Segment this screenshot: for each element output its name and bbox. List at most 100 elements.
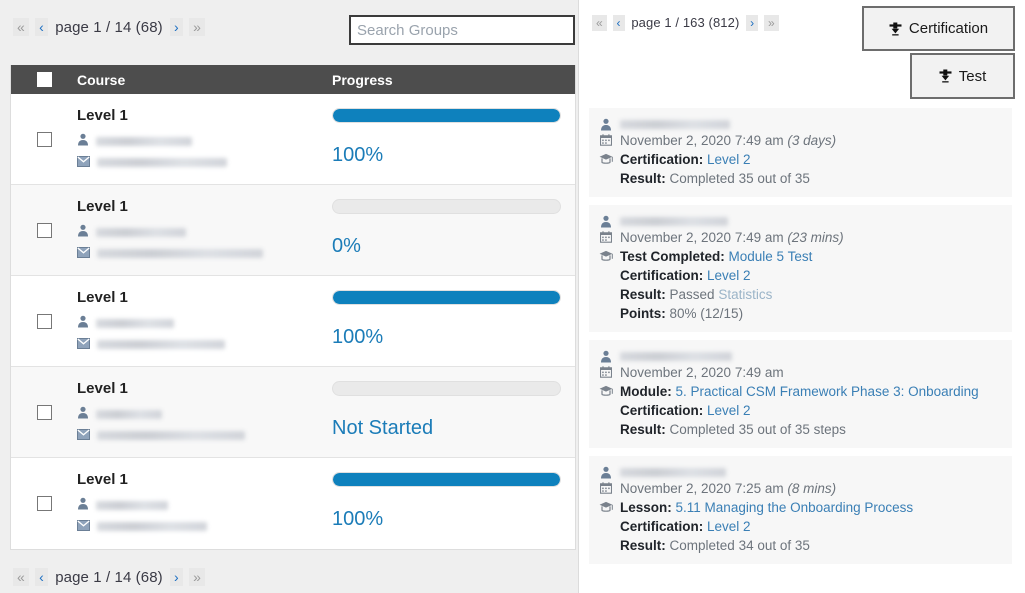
- export-certification-button[interactable]: Certification: [862, 6, 1015, 51]
- progress-label[interactable]: 100%: [332, 326, 561, 349]
- column-header-progress[interactable]: Progress: [332, 72, 575, 88]
- table-row[interactable]: Level 1 0%: [11, 185, 575, 276]
- progress-bar-fill: [333, 473, 560, 486]
- mail-icon: [77, 336, 90, 354]
- activity-user-redacted: [620, 120, 730, 129]
- progress-label[interactable]: 100%: [332, 508, 561, 531]
- pagination-bottom: « ‹ page 1 / 14 (68) › »: [0, 558, 206, 586]
- table-row[interactable]: Level 1 100%: [11, 276, 575, 367]
- mail-icon: [77, 154, 90, 172]
- user-name-line: [77, 313, 332, 334]
- progress-label[interactable]: 0%: [332, 235, 561, 258]
- activity-detail: Module: 5. Practical CSM Framework Phase…: [620, 382, 979, 401]
- user-name-line: [77, 404, 332, 425]
- user-email-line: [77, 425, 332, 446]
- user-email-line: [77, 334, 332, 355]
- activity-detail: Result: Passed Statistics: [620, 285, 772, 304]
- export-test-button[interactable]: Test: [910, 53, 1015, 99]
- activity-date-line: November 2, 2020 7:49 am: [599, 363, 1002, 382]
- progress-bar-track: [332, 199, 561, 214]
- calendar-icon: [599, 479, 613, 494]
- person-icon: [599, 212, 613, 228]
- pagination-bottom-next-link[interactable]: ›: [170, 568, 183, 586]
- person-icon: [77, 497, 89, 515]
- pagination-prev-link[interactable]: ‹: [35, 18, 48, 36]
- activity-user-redacted: [620, 468, 726, 477]
- row-checkbox[interactable]: [37, 314, 52, 329]
- user-name-redacted: [96, 228, 186, 237]
- column-header-course[interactable]: Course: [77, 72, 332, 88]
- user-email-line: [77, 516, 332, 537]
- pagination-bottom-last-link[interactable]: »: [189, 568, 205, 586]
- pagination-last-link[interactable]: »: [189, 18, 205, 36]
- calendar-icon: [599, 363, 613, 378]
- progress-cell: 100%: [332, 94, 575, 184]
- activity-pagination-prev-link[interactable]: ‹: [613, 15, 625, 31]
- person-icon: [599, 463, 613, 479]
- user-email-line: [77, 152, 332, 173]
- activity-link: Level 2: [707, 519, 751, 534]
- activity-user-redacted: [620, 352, 732, 361]
- export-test-label: Test: [959, 68, 987, 85]
- person-icon: [599, 347, 613, 363]
- activity-detail-line: Module: 5. Practical CSM Framework Phase…: [599, 382, 1002, 401]
- activity-pagination-next-link[interactable]: ›: [746, 15, 758, 31]
- select-all-checkbox[interactable]: [37, 72, 52, 87]
- activity-detail-line: Certification: Level 2: [599, 266, 1002, 285]
- table-header-row: Course Progress: [11, 65, 575, 94]
- row-checkbox[interactable]: [37, 132, 52, 147]
- user-email-line: [77, 243, 332, 264]
- activity-user-line: [599, 115, 1002, 131]
- progress-bar-fill: [333, 291, 560, 304]
- search-input[interactable]: [349, 15, 575, 45]
- activity-pagination-first-link[interactable]: «: [592, 15, 607, 31]
- course-title: Level 1: [77, 198, 332, 215]
- course-cell: Level 1: [77, 367, 332, 457]
- mail-icon: [77, 518, 90, 536]
- user-name-line: [77, 495, 332, 516]
- row-select-cell: [11, 458, 77, 549]
- pagination-next-link[interactable]: ›: [170, 18, 183, 36]
- progress-label[interactable]: Not Started: [332, 417, 561, 440]
- user-name-line: [77, 131, 332, 152]
- progress-bar-track: [332, 108, 561, 123]
- row-select-cell: [11, 185, 77, 275]
- activity-pagination-last-link[interactable]: »: [764, 15, 779, 31]
- course-title: Level 1: [77, 289, 332, 306]
- row-checkbox[interactable]: [37, 405, 52, 420]
- progress-cell: Not Started: [332, 367, 575, 457]
- activity-user-redacted: [620, 217, 728, 226]
- user-email-redacted: [97, 431, 245, 440]
- activity-detail-line: Result: Completed 35 out of 35: [599, 169, 1002, 188]
- activity-detail: Result: Completed 35 out of 35 steps: [620, 420, 846, 439]
- table-row[interactable]: Level 1 100%: [11, 458, 575, 549]
- table-row[interactable]: Level 1Not Started: [11, 367, 575, 458]
- row-checkbox[interactable]: [37, 496, 52, 511]
- person-icon: [77, 133, 89, 151]
- row-select-cell: [11, 94, 77, 184]
- graduation-cap-icon: [599, 498, 613, 513]
- course-cell: Level 1: [77, 94, 332, 184]
- activity-user-line: [599, 212, 1002, 228]
- user-email-redacted: [97, 340, 225, 349]
- activity-link: Module 5 Test: [729, 249, 813, 264]
- activity-detail: Certification: Level 2: [620, 401, 751, 420]
- activity-detail-line: Certification: Level 2: [599, 401, 1002, 420]
- pagination-top: « ‹ page 1 / 14 (68) › »: [0, 8, 206, 36]
- activity-link: Level 2: [707, 152, 751, 167]
- table-row[interactable]: Level 1100%: [11, 94, 575, 185]
- download-icon: [889, 22, 902, 36]
- pagination-bottom-prev-link[interactable]: ‹: [35, 568, 48, 586]
- activity-detail-line: Result: Completed 35 out of 35 steps: [599, 420, 1002, 439]
- person-icon: [77, 406, 89, 424]
- activity-date-line: November 2, 2020 7:25 am (8 mins): [599, 479, 1002, 498]
- progress-label[interactable]: 100%: [332, 144, 561, 167]
- person-icon: [77, 224, 89, 242]
- pagination-bottom-first-link[interactable]: «: [13, 568, 29, 586]
- table-body: Level 1100%Level 10%Level 1100%Level 1No…: [11, 94, 575, 549]
- course-title: Level 1: [77, 471, 332, 488]
- export-button-group: Certification Test: [862, 6, 1015, 99]
- select-all-cell: [11, 72, 77, 87]
- pagination-first-link[interactable]: «: [13, 18, 29, 36]
- row-checkbox[interactable]: [37, 223, 52, 238]
